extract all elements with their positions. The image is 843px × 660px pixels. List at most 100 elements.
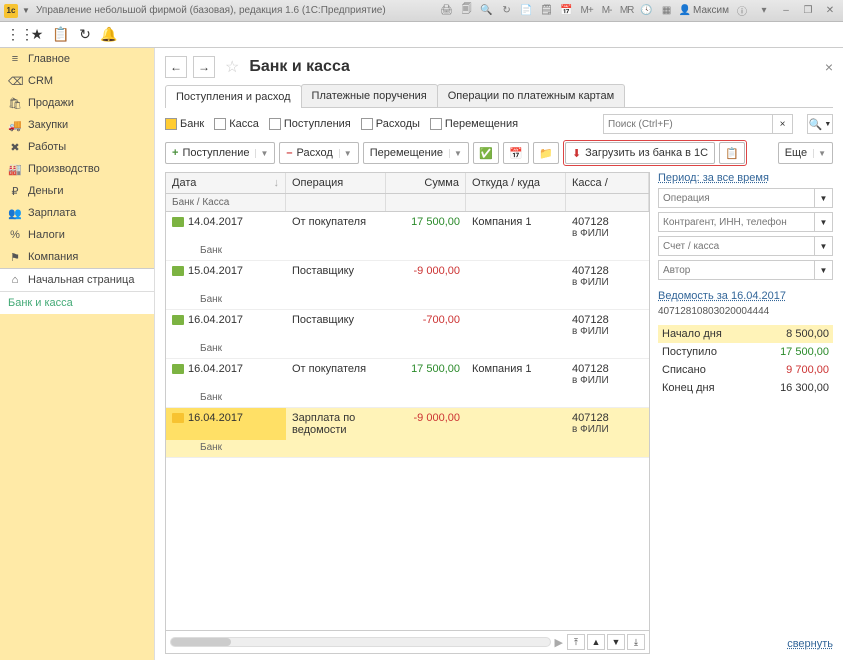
close-page-icon[interactable]: × — [825, 59, 833, 75]
dd-icon[interactable]: ▼ — [815, 236, 833, 256]
tb-icon[interactable]: 🕓 — [639, 3, 655, 19]
doc-icon — [172, 266, 184, 276]
sidebar-item[interactable]: ⌫CRM — [0, 70, 154, 92]
sidebar-icon: ≡ — [8, 53, 22, 65]
filter-op[interactable] — [658, 188, 815, 208]
clipboard-icon[interactable]: 📋 — [52, 26, 70, 44]
chk-move[interactable]: Перемещения — [430, 118, 518, 130]
search-btn[interactable]: 🔍▼ — [807, 114, 833, 134]
tb-icon[interactable]: 🖨 — [439, 3, 455, 19]
topnav: ⋮⋮⋮ ★ 📋 ↻ 🔔 — [0, 22, 843, 48]
search-input[interactable] — [603, 114, 773, 134]
statement-header[interactable]: Ведомость за 16.04.2017 — [658, 290, 833, 302]
search-clear[interactable]: × — [773, 114, 793, 134]
star-icon[interactable]: ★ — [28, 26, 46, 44]
expense-button[interactable]: –Расход▼ — [279, 142, 358, 164]
sidebar-item[interactable]: ✖Работы — [0, 136, 154, 158]
tab-orders[interactable]: Платежные поручения — [301, 84, 438, 107]
dd-icon[interactable]: ▼ — [815, 260, 833, 280]
chk-expense[interactable]: Расходы — [361, 118, 420, 130]
close-icon[interactable]: ✕ — [821, 3, 839, 19]
nav-last[interactable]: ⤓ — [627, 634, 645, 650]
sidebar-home[interactable]: ⌂Начальная страница — [0, 269, 154, 291]
chk-bank[interactable]: Банк — [165, 118, 204, 130]
more-button[interactable]: Еще▼ — [778, 142, 833, 164]
dd-icon[interactable]: ▼ — [815, 188, 833, 208]
table-row[interactable]: 15.04.2017 Поставщику -9 000,00 407128в … — [166, 261, 649, 310]
sidebar-item[interactable]: ≡Главное — [0, 48, 154, 70]
table-row[interactable]: 14.04.2017 От покупателя 17 500,00 Компа… — [166, 212, 649, 261]
history-icon[interactable]: ↻ — [76, 26, 94, 44]
window-controls: ⓘ ▾ – ❐ ✕ — [733, 3, 839, 19]
load-copy[interactable]: 📋 — [719, 142, 745, 164]
table-row[interactable]: 16.04.2017 От покупателя 17 500,00 Компа… — [166, 359, 649, 408]
fwd-button[interactable]: → — [193, 56, 215, 78]
sidebar-item[interactable]: 👥Зарплата — [0, 202, 154, 224]
sidebar-item[interactable]: 🚚Закупки — [0, 114, 154, 136]
chk-income[interactable]: Поступления — [269, 118, 351, 130]
app-menu-dd[interactable]: ▼ — [20, 5, 32, 17]
dd-icon[interactable]: ▾ — [755, 3, 773, 19]
restore-icon[interactable]: ❐ — [799, 3, 817, 19]
tb-icon[interactable]: 🗒 — [539, 3, 555, 19]
back-button[interactable]: ← — [165, 56, 187, 78]
sidebar-item[interactable]: 🏭Производство — [0, 158, 154, 180]
sidebar-item[interactable]: ₽Деньги — [0, 180, 154, 202]
subcol: Банк / Касса — [166, 194, 286, 211]
tab-cards[interactable]: Операции по платежным картам — [437, 84, 625, 107]
tool-folder[interactable]: 📁 — [533, 142, 559, 164]
sidebar-item[interactable]: 🛍Продажи — [0, 92, 154, 114]
sidebar-item[interactable]: %Налоги — [0, 224, 154, 246]
sidebar: ≡Главное⌫CRM🛍Продажи🚚Закупки✖Работы🏭Прои… — [0, 48, 155, 660]
load-button[interactable]: ⬇Загрузить из банка в 1С — [565, 142, 715, 164]
filter-contra[interactable] — [658, 212, 815, 232]
account-number: 40712810803020004444 — [658, 306, 833, 317]
tab-flow[interactable]: Поступления и расход — [165, 85, 302, 108]
grid-footer: ▶ ⤒ ▲ ▼ ⤓ — [166, 630, 649, 653]
col-sum[interactable]: Сумма — [386, 173, 466, 193]
doc-icon — [172, 315, 184, 325]
app-title: Управление небольшой фирмой (базовая), р… — [36, 5, 439, 16]
col-date[interactable]: Дата ↓ — [166, 173, 286, 193]
tool-date[interactable]: 📅 — [503, 142, 529, 164]
col-acc[interactable]: Касса / — [566, 173, 649, 193]
grid-rows: 14.04.2017 От покупателя 17 500,00 Компа… — [166, 212, 649, 630]
collapse-link[interactable]: свернуть — [658, 634, 833, 654]
h-scrollbar[interactable] — [170, 637, 551, 647]
income-button[interactable]: +Поступление▼ — [165, 142, 275, 164]
tool-approve[interactable]: ✅ — [473, 142, 499, 164]
apps-icon[interactable]: ⋮⋮⋮ — [4, 26, 22, 44]
tb-icon[interactable]: 📄 — [519, 3, 535, 19]
period-link[interactable]: Период: за все время — [658, 172, 833, 184]
home-icon: ⌂ — [8, 274, 22, 286]
tb-icon[interactable]: ↻ — [499, 3, 515, 19]
m-icon[interactable]: MR — [619, 3, 635, 19]
chk-cash[interactable]: Касса — [214, 118, 259, 130]
table-row[interactable]: 16.04.2017 Поставщику -700,00 407128в ФИ… — [166, 310, 649, 359]
table-row[interactable]: 16.04.2017 Зарплата по ведомости -9 000,… — [166, 408, 649, 458]
user-block[interactable]: 👤 Максим — [679, 5, 729, 16]
move-button[interactable]: Перемещение▼ — [363, 142, 469, 164]
fav-icon[interactable]: ☆ — [225, 57, 239, 77]
sidebar-current[interactable]: Банк и касса — [0, 292, 154, 314]
sidebar-icon: ₽ — [8, 185, 22, 198]
nav-up[interactable]: ▲ — [587, 634, 605, 650]
col-op[interactable]: Операция — [286, 173, 386, 193]
m-icon[interactable]: M+ — [579, 3, 595, 19]
tb-icon[interactable]: ▦ — [659, 3, 675, 19]
filter-acc[interactable] — [658, 236, 815, 256]
bell-icon[interactable]: 🔔 — [100, 26, 118, 44]
toolbar: +Поступление▼ –Расход▼ Перемещение▼ ✅ 📅 … — [165, 140, 833, 172]
filter-author[interactable] — [658, 260, 815, 280]
minimize-icon[interactable]: – — [777, 3, 795, 19]
nav-down[interactable]: ▼ — [607, 634, 625, 650]
tb-icon[interactable]: 🗐 — [459, 3, 475, 19]
sidebar-item[interactable]: ⚑Компания — [0, 246, 154, 268]
tb-icon[interactable]: 🔍 — [479, 3, 495, 19]
nav-first[interactable]: ⤒ — [567, 634, 585, 650]
calendar-icon[interactable]: 📅 — [559, 3, 575, 19]
col-where[interactable]: Откуда / куда — [466, 173, 566, 193]
info-icon[interactable]: ⓘ — [733, 3, 751, 19]
dd-icon[interactable]: ▼ — [815, 212, 833, 232]
m-icon[interactable]: M- — [599, 3, 615, 19]
